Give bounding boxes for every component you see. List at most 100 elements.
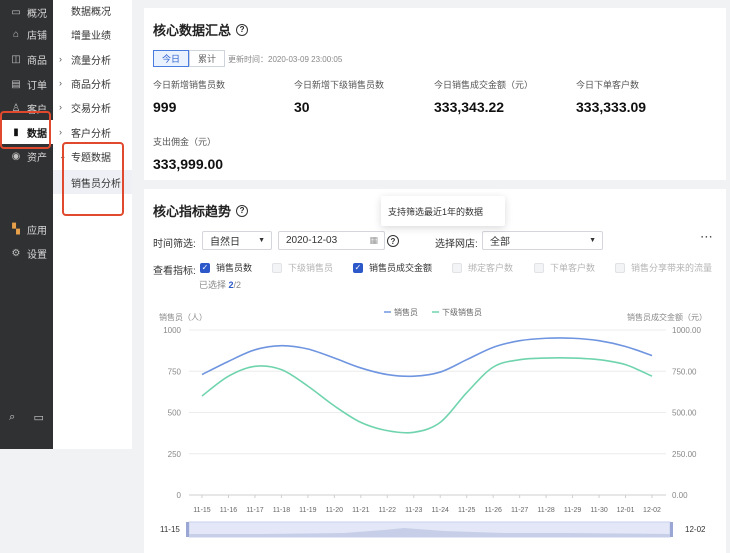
y-tick-right: 0.00: [672, 491, 688, 500]
x-tick-label: 11-30: [590, 507, 607, 514]
x-tick-label: 11-28: [537, 507, 554, 514]
x-tick-label: 11-22: [379, 507, 396, 514]
store-label: 选择网店:: [435, 239, 478, 250]
x-tick-label: 11-20: [326, 507, 343, 514]
x-tick-label: 11-29: [564, 507, 581, 514]
date-picker[interactable]: 2020-12-03 ▦: [278, 231, 385, 250]
x-tick-label: 11-23: [405, 507, 422, 514]
apps-icon: ▚: [12, 223, 20, 235]
zoom-start-label: 11-15: [160, 525, 180, 534]
series-line-1: [201, 357, 653, 434]
order-icon: ▤: [11, 78, 21, 90]
time-filter-label: 时间筛选:: [153, 239, 196, 250]
date-range-tooltip: 支持筛选最近1年的数据: [381, 196, 505, 226]
sidebar-item-store[interactable]: ⌂ 店铺: [0, 22, 53, 46]
sidebar-item-settings[interactable]: ⚙ 设置: [0, 241, 53, 265]
y-axis-title-left: 销售员（人）: [159, 312, 207, 322]
metric-checkbox-sales-amount[interactable]: ✓ 销售员成交金额: [353, 261, 432, 274]
metric-commission: 支出佣金（元） 333,999.00: [153, 137, 224, 172]
help-icon[interactable]: ?: [236, 23, 249, 36]
x-tick-label: 11-19: [299, 507, 316, 514]
y-tick-right: 1000.00: [672, 326, 701, 335]
gear-icon: ⚙: [11, 247, 21, 259]
y-tick-left: 0: [177, 491, 182, 500]
search-icon[interactable]: ⌕: [9, 411, 15, 424]
sidebar-item-goods[interactable]: ◫ 商品: [0, 47, 53, 71]
check-icon: ✓: [353, 262, 363, 273]
tab-total[interactable]: 累计: [189, 50, 226, 67]
sidebar-footer: ⌕ ▭: [0, 401, 53, 449]
selected-count: 已选择 2/2: [199, 280, 242, 290]
caret-down-icon: ▼: [589, 237, 596, 244]
submenu-item-trade[interactable]: › 交易分析: [53, 95, 132, 119]
bag-icon: ◫: [11, 53, 21, 65]
x-tick-label: 12-02: [643, 507, 661, 514]
x-tick-label: 11-26: [484, 507, 501, 514]
monitor-icon: ▭: [11, 6, 21, 18]
x-tick-label: 11-27: [511, 507, 528, 514]
sidebar-item-orders[interactable]: ▤ 订单: [0, 72, 53, 96]
x-tick-label: 11-18: [273, 507, 290, 514]
y-tick-right: 500.00: [672, 409, 697, 418]
store-icon: ⌂: [12, 28, 20, 40]
update-time: 更新时间：2020-03-09 23:00:05: [228, 55, 343, 64]
y-tick-right: 750.00: [672, 367, 697, 376]
x-tick-label: 11-25: [458, 507, 475, 514]
x-tick-label: 11-17: [246, 507, 263, 514]
metric-checkbox-share-traffic[interactable]: 销售分享带来的流量: [615, 261, 712, 274]
trend-title: 核心指标趋势 ?: [153, 201, 249, 220]
metric-new-sub-salesmen: 今日新增下级销售员数 30: [294, 80, 385, 115]
series-line-0: [201, 337, 653, 378]
legend-label-0: 销售员: [394, 307, 418, 317]
period-segment: 今日 累计: [153, 50, 226, 67]
metric-sales-amount: 今日销售成交金额（元） 333,343.22: [434, 80, 534, 115]
y-tick-right: 250.00: [672, 450, 697, 459]
x-tick-label: 12-01: [617, 507, 635, 514]
trend-line-chart: 销售员（人） 销售员成交金额（元） 销售员 下级销售员 1000 1000.00 750 75…: [159, 307, 707, 538]
asset-icon: ◉: [11, 150, 21, 162]
zoom-handle-right: [670, 522, 673, 537]
sub-navigation: 数据概况 增量业绩 › 流量分析 › 商品分析 › 交易分析 › 客户分析 ⌄ 专题数据 …: [53, 0, 132, 449]
sidebar-item-overview[interactable]: ▭ 概况: [0, 0, 53, 24]
chevron-right-icon: ›: [59, 78, 62, 88]
x-tick-label: 11-15: [193, 507, 210, 514]
calendar-icon: ▦: [369, 235, 378, 245]
submenu-item-customer[interactable]: › 客户分析: [53, 120, 132, 144]
zoom-end-label: 12-02: [685, 525, 706, 534]
highlight-data-box: [0, 111, 51, 149]
caret-down-icon: ▼: [258, 237, 265, 244]
y-tick-left: 250: [168, 450, 182, 459]
x-tick-label: 11-16: [220, 507, 237, 514]
metric-checkbox-sub-salesmen[interactable]: 下级销售员: [272, 261, 333, 274]
legend-label-1: 下级销售员: [442, 307, 482, 317]
highlight-topic-box: [62, 142, 124, 216]
y-tick-left: 750: [168, 367, 182, 376]
date-help-icon[interactable]: ?: [387, 235, 399, 247]
chevron-right-icon: ›: [59, 54, 62, 64]
metric-checkbox-bound-customers[interactable]: 绑定客户数: [452, 261, 513, 274]
y-tick-left: 500: [168, 409, 182, 418]
metric-ordering-customers: 今日下单客户数 333,333.09: [576, 80, 647, 115]
metric-new-salesmen: 今日新增销售员数 999: [153, 80, 226, 115]
main-sidebar: ▭ 概况 ⌂ 店铺 ◫ 商品 ▤ 订单 ♙ 客户 ▮ 数据 ◉ 资产 ▚ 应用 ⚙ 设置 ⌕ ▭: [0, 0, 53, 449]
submenu-item-traffic[interactable]: › 流量分析: [53, 47, 132, 71]
submenu-item-goods[interactable]: › 商品分析: [53, 71, 132, 95]
metrics-label: 查看指标:: [153, 266, 196, 277]
metric-checkbox-ordering-customers[interactable]: 下单客户数: [534, 261, 595, 274]
summary-title: 核心数据汇总 ?: [153, 20, 249, 39]
ellipsis-icon[interactable]: ⋯: [700, 229, 714, 245]
summary-card: 核心数据汇总 ? 今日 累计 更新时间：2020-03-09 23:00:05 …: [144, 8, 726, 180]
chevron-right-icon: ›: [59, 102, 62, 112]
message-icon[interactable]: ▭: [33, 411, 43, 424]
metric-checkbox-salesmen[interactable]: ✓ 销售员数: [200, 261, 252, 274]
tab-today[interactable]: 今日: [153, 50, 190, 67]
zoom-handle-left: [186, 522, 189, 537]
y-axis-title-right: 销售员成交金额（元）: [627, 312, 707, 322]
sidebar-item-apps[interactable]: ▚ 应用: [0, 217, 53, 241]
submenu-item-data-overview[interactable]: 数据概况: [53, 0, 132, 22]
period-select[interactable]: 自然日 ▼: [202, 231, 272, 250]
help-icon[interactable]: ?: [236, 204, 249, 217]
submenu-item-incremental[interactable]: 增量业绩: [53, 22, 132, 46]
x-tick-label: 11-21: [352, 507, 369, 514]
store-select[interactable]: 全部 ▼: [482, 231, 603, 250]
